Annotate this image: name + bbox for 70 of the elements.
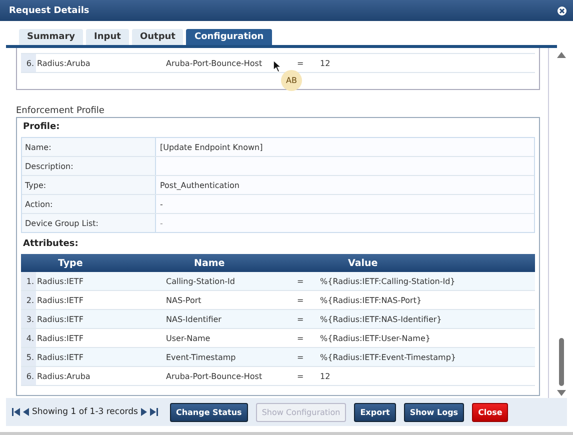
table-cell-text: NAS-Identifier <box>166 314 222 324</box>
table-cell-text: Radius:IETF <box>36 314 84 324</box>
table-cell-text: Radius:IETF <box>36 334 84 342</box>
table-cell-text: = <box>297 58 305 68</box>
action-button[interactable]: Show Logs <box>404 402 464 422</box>
table-cell-text: = <box>297 352 305 362</box>
table-cell-text: %{Radius:IETF:User-Name} <box>320 334 432 342</box>
field-value: Post_Authentication <box>156 176 534 194</box>
row-number: 3. <box>21 310 36 328</box>
column-header: Name <box>193 258 226 268</box>
table-cell: Aruba-Port-Bounce-Host <box>166 58 262 68</box>
field-label: Description: <box>22 157 156 175</box>
section-title: Enforcement Profile <box>16 106 106 116</box>
table-cell-text: = <box>297 372 305 380</box>
table-cell-text: Radius:Aruba <box>36 58 92 68</box>
field-value: - <box>156 214 534 232</box>
table-cell-text: Calling-Station-Id <box>166 276 236 286</box>
action-button[interactable]: Export <box>354 402 396 422</box>
field-label: Name: <box>22 138 156 156</box>
table-cell-text: %{Radius:IETF:Calling-Station-Id} <box>320 276 456 286</box>
table-cell-text: Event-Timestamp <box>166 352 237 362</box>
field-value: - <box>156 195 534 213</box>
table-cell-text: Radius:Aruba <box>36 372 92 380</box>
row-number: 2. <box>21 291 36 309</box>
tab[interactable]: Output <box>132 29 184 45</box>
table-cell-text: = <box>297 296 305 304</box>
close-icon[interactable] <box>557 6 567 16</box>
previous-page-icon[interactable] <box>23 408 29 416</box>
action-button[interactable]: Change Status <box>170 402 248 422</box>
row-number: 6. <box>21 54 36 72</box>
table-cell-text: Radius:IETF <box>36 276 84 286</box>
next-page-icon[interactable] <box>140 408 147 416</box>
row-number: 5. <box>21 348 36 366</box>
tab[interactable]: Input <box>86 29 129 45</box>
table-cell-text: NAS-Port <box>166 296 202 304</box>
scroll-up-icon[interactable] <box>556 52 566 58</box>
table-cell-text: %{Radius:IETF:Event-Timestamp} <box>320 352 458 362</box>
table-cell-text: %{Radius:IETF:NAS-Identifier} <box>320 314 443 324</box>
table-cell-text: = <box>297 314 305 324</box>
column-header: Type <box>57 258 84 268</box>
action-button[interactable]: Close <box>472 402 508 422</box>
last-page-icon[interactable] <box>150 408 158 416</box>
row-number: 6. <box>21 367 36 385</box>
table-cell-text: User-Name <box>166 334 212 342</box>
row-number: 1. <box>21 272 36 290</box>
tab[interactable]: Summary <box>19 29 84 45</box>
table-cell-text: = <box>297 276 305 286</box>
section-heading: Attributes: <box>22 238 80 251</box>
cursor-badge: AB <box>281 70 302 91</box>
table-cell-text: %{Radius:IETF:NAS-Port} <box>320 296 423 304</box>
first-page-icon[interactable] <box>12 408 20 416</box>
scrollbar-thumb[interactable] <box>558 338 564 386</box>
table-cell-text: 12 <box>320 58 332 68</box>
pager-text: Showing 1 of 1-3 records <box>32 407 138 417</box>
mouse-pointer-icon <box>273 60 282 73</box>
field-label: Device Group List: <box>22 214 156 232</box>
scroll-down-icon[interactable] <box>556 390 566 396</box>
tab[interactable]: Configuration <box>186 29 272 45</box>
column-header: Value <box>348 258 379 268</box>
field-value: [Update Endpoint Known] <box>156 138 534 156</box>
row-number: 4. <box>21 329 36 347</box>
table-cell-text: Aruba-Port-Bounce-Host <box>166 372 264 380</box>
table-cell-text: Radius:IETF <box>36 296 84 304</box>
table-cell-text: 12 <box>320 372 332 380</box>
window-title: Request Details <box>9 6 90 16</box>
field-label: Action: <box>22 195 156 213</box>
table-cell-text: = <box>297 334 305 342</box>
field-label: Type: <box>22 176 156 194</box>
section-heading: Profile: <box>22 122 61 134</box>
table-cell-text: Radius:IETF <box>36 352 84 362</box>
